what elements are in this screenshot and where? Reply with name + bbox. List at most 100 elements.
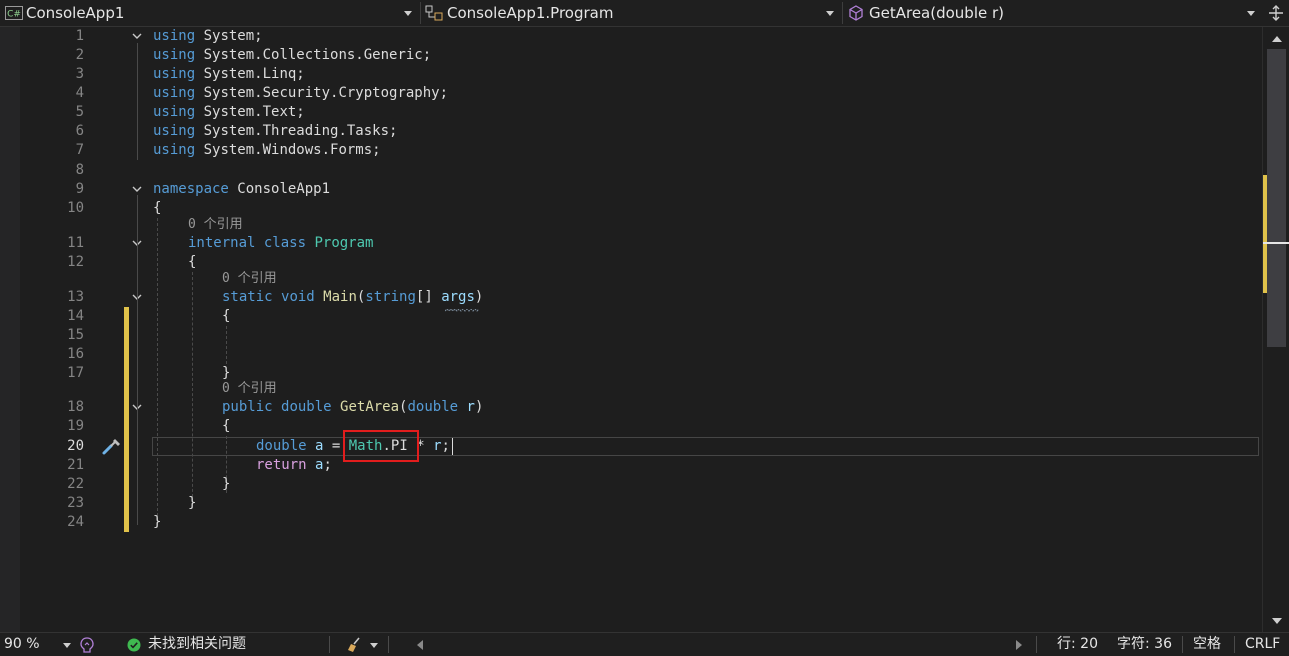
line-number: 15 bbox=[67, 327, 84, 343]
line-number: 7 bbox=[75, 142, 84, 158]
divider bbox=[388, 636, 389, 653]
quick-actions-screwdriver-icon[interactable] bbox=[101, 436, 123, 456]
code-editor[interactable]: 1 2 3 4 5 6 7 8 9 10 11 12 13 14 15 16 1… bbox=[0, 27, 1262, 632]
method-cube-icon bbox=[849, 5, 863, 21]
whitespace-mode[interactable]: 空格 bbox=[1193, 633, 1221, 656]
unsaved-change-marker bbox=[124, 307, 129, 532]
divider bbox=[329, 636, 330, 653]
code-line-18: public double GetArea(double r) bbox=[222, 398, 483, 417]
keyword: public bbox=[222, 399, 273, 415]
code-line-19: { bbox=[222, 418, 231, 434]
namespace-ref: System.Linq; bbox=[203, 66, 305, 82]
keyword: using bbox=[153, 142, 196, 158]
split-window-icon[interactable] bbox=[1266, 4, 1286, 22]
chevron-down-icon[interactable] bbox=[1247, 11, 1255, 16]
namespace-name: ConsoleApp1 bbox=[237, 181, 331, 197]
collapse-chevron-icon[interactable] bbox=[131, 30, 143, 42]
namespace-ref: System.Text; bbox=[203, 104, 305, 120]
keyword: double bbox=[281, 399, 332, 415]
intellicode-icon[interactable] bbox=[78, 636, 96, 654]
member-dropdown[interactable]: GetArea(double r) bbox=[844, 1, 1262, 25]
line-number: 19 bbox=[67, 418, 84, 434]
parameter-name: r bbox=[433, 438, 442, 454]
chevron-down-icon[interactable] bbox=[370, 643, 378, 648]
char-indicator[interactable]: 字符: 36 bbox=[1117, 633, 1172, 656]
scroll-up-arrow-icon[interactable] bbox=[1272, 36, 1282, 42]
chevron-down-icon[interactable] bbox=[826, 11, 834, 16]
line-number: 2 bbox=[75, 47, 84, 63]
line-number: 8 bbox=[75, 162, 84, 178]
keyword: string bbox=[365, 289, 416, 305]
code-line-12: { bbox=[188, 254, 197, 270]
parameter-name: r bbox=[466, 399, 475, 415]
line-number: 11 bbox=[67, 235, 84, 251]
scroll-down-arrow-icon[interactable] bbox=[1272, 618, 1282, 624]
line-indicator[interactable]: 行: 20 bbox=[1057, 633, 1098, 656]
method-name: GetArea bbox=[340, 399, 400, 415]
class-scope-icon bbox=[425, 5, 443, 21]
method-name: Main bbox=[323, 289, 357, 305]
outline-bracket bbox=[137, 413, 138, 493]
scroll-left-arrow-icon[interactable] bbox=[417, 640, 423, 650]
punctuation: ) bbox=[474, 399, 484, 415]
class-scope-dropdown[interactable]: ConsoleApp1.Program bbox=[422, 1, 840, 25]
code-line-14: { bbox=[222, 308, 231, 324]
punctuation: ; bbox=[323, 457, 332, 473]
codelens-references[interactable]: 0 个引用 bbox=[222, 381, 277, 397]
svg-text:C#: C# bbox=[7, 10, 21, 20]
line-number: 13 bbox=[67, 289, 84, 305]
zoom-level[interactable]: 90 % bbox=[4, 633, 40, 656]
scrollbar-thumb[interactable] bbox=[1267, 49, 1286, 347]
codelens-references[interactable]: 0 个引用 bbox=[188, 217, 243, 233]
code-line-3: using System.Linq; bbox=[153, 65, 305, 84]
punctuation: [] bbox=[415, 289, 442, 305]
keyword: class bbox=[263, 235, 307, 251]
line-ending-mode[interactable]: CRLF bbox=[1245, 633, 1280, 656]
change-overview-marker bbox=[1263, 175, 1267, 293]
parameter-name: args bbox=[441, 289, 475, 305]
keyword: internal bbox=[188, 235, 256, 251]
codelens-references[interactable]: 0 个引用 bbox=[222, 271, 277, 287]
issues-status[interactable]: 未找到相关问题 bbox=[148, 633, 246, 656]
project-dropdown[interactable]: C# ConsoleApp1 bbox=[0, 1, 418, 25]
line-number: 21 bbox=[67, 457, 84, 473]
divider bbox=[842, 2, 843, 24]
scroll-right-arrow-icon[interactable] bbox=[1016, 640, 1022, 650]
outline-bracket bbox=[137, 303, 138, 383]
line-number-current: 20 bbox=[67, 438, 84, 454]
indent-guide bbox=[157, 218, 158, 521]
keyword: void bbox=[281, 289, 315, 305]
code-line-23: } bbox=[188, 495, 197, 511]
line-number: 1 bbox=[75, 28, 84, 44]
chevron-down-icon[interactable] bbox=[63, 643, 71, 648]
keyword: using bbox=[153, 85, 196, 101]
line-number: 16 bbox=[67, 346, 84, 362]
code-line-9: namespace ConsoleApp1 bbox=[153, 180, 330, 199]
namespace-ref: System; bbox=[203, 28, 263, 44]
check-circle-icon bbox=[127, 638, 141, 652]
line-number: 14 bbox=[67, 308, 84, 324]
collapse-chevron-icon[interactable] bbox=[131, 183, 143, 195]
outline-bracket bbox=[137, 43, 138, 160]
keyword: using bbox=[153, 66, 196, 82]
line-number: 24 bbox=[67, 514, 84, 530]
line-number: 22 bbox=[67, 476, 84, 492]
navigation-bar: C# ConsoleApp1 ConsoleApp1.Program GetAr… bbox=[0, 0, 1289, 27]
caret-position-marker bbox=[1263, 242, 1289, 244]
project-name: ConsoleApp1 bbox=[26, 4, 125, 22]
vertical-scrollbar[interactable] bbox=[1262, 27, 1289, 632]
keyword: double bbox=[256, 438, 307, 454]
line-number: 23 bbox=[67, 495, 84, 511]
class-scope-name: ConsoleApp1.Program bbox=[447, 4, 614, 22]
class-name: Program bbox=[314, 235, 374, 251]
line-number: 10 bbox=[67, 200, 84, 216]
namespace-ref: System.Collections.Generic; bbox=[203, 47, 432, 63]
code-line-4: using System.Security.Cryptography; bbox=[153, 84, 448, 103]
code-line-7: using System.Windows.Forms; bbox=[153, 141, 381, 160]
punctuation: ; bbox=[441, 438, 450, 454]
code-cleanup-broom-icon[interactable] bbox=[346, 636, 364, 654]
chevron-down-icon[interactable] bbox=[404, 11, 412, 16]
code-line-11: internal class Program bbox=[188, 234, 373, 253]
csharp-project-icon: C# bbox=[5, 6, 23, 20]
divider bbox=[1182, 636, 1183, 653]
